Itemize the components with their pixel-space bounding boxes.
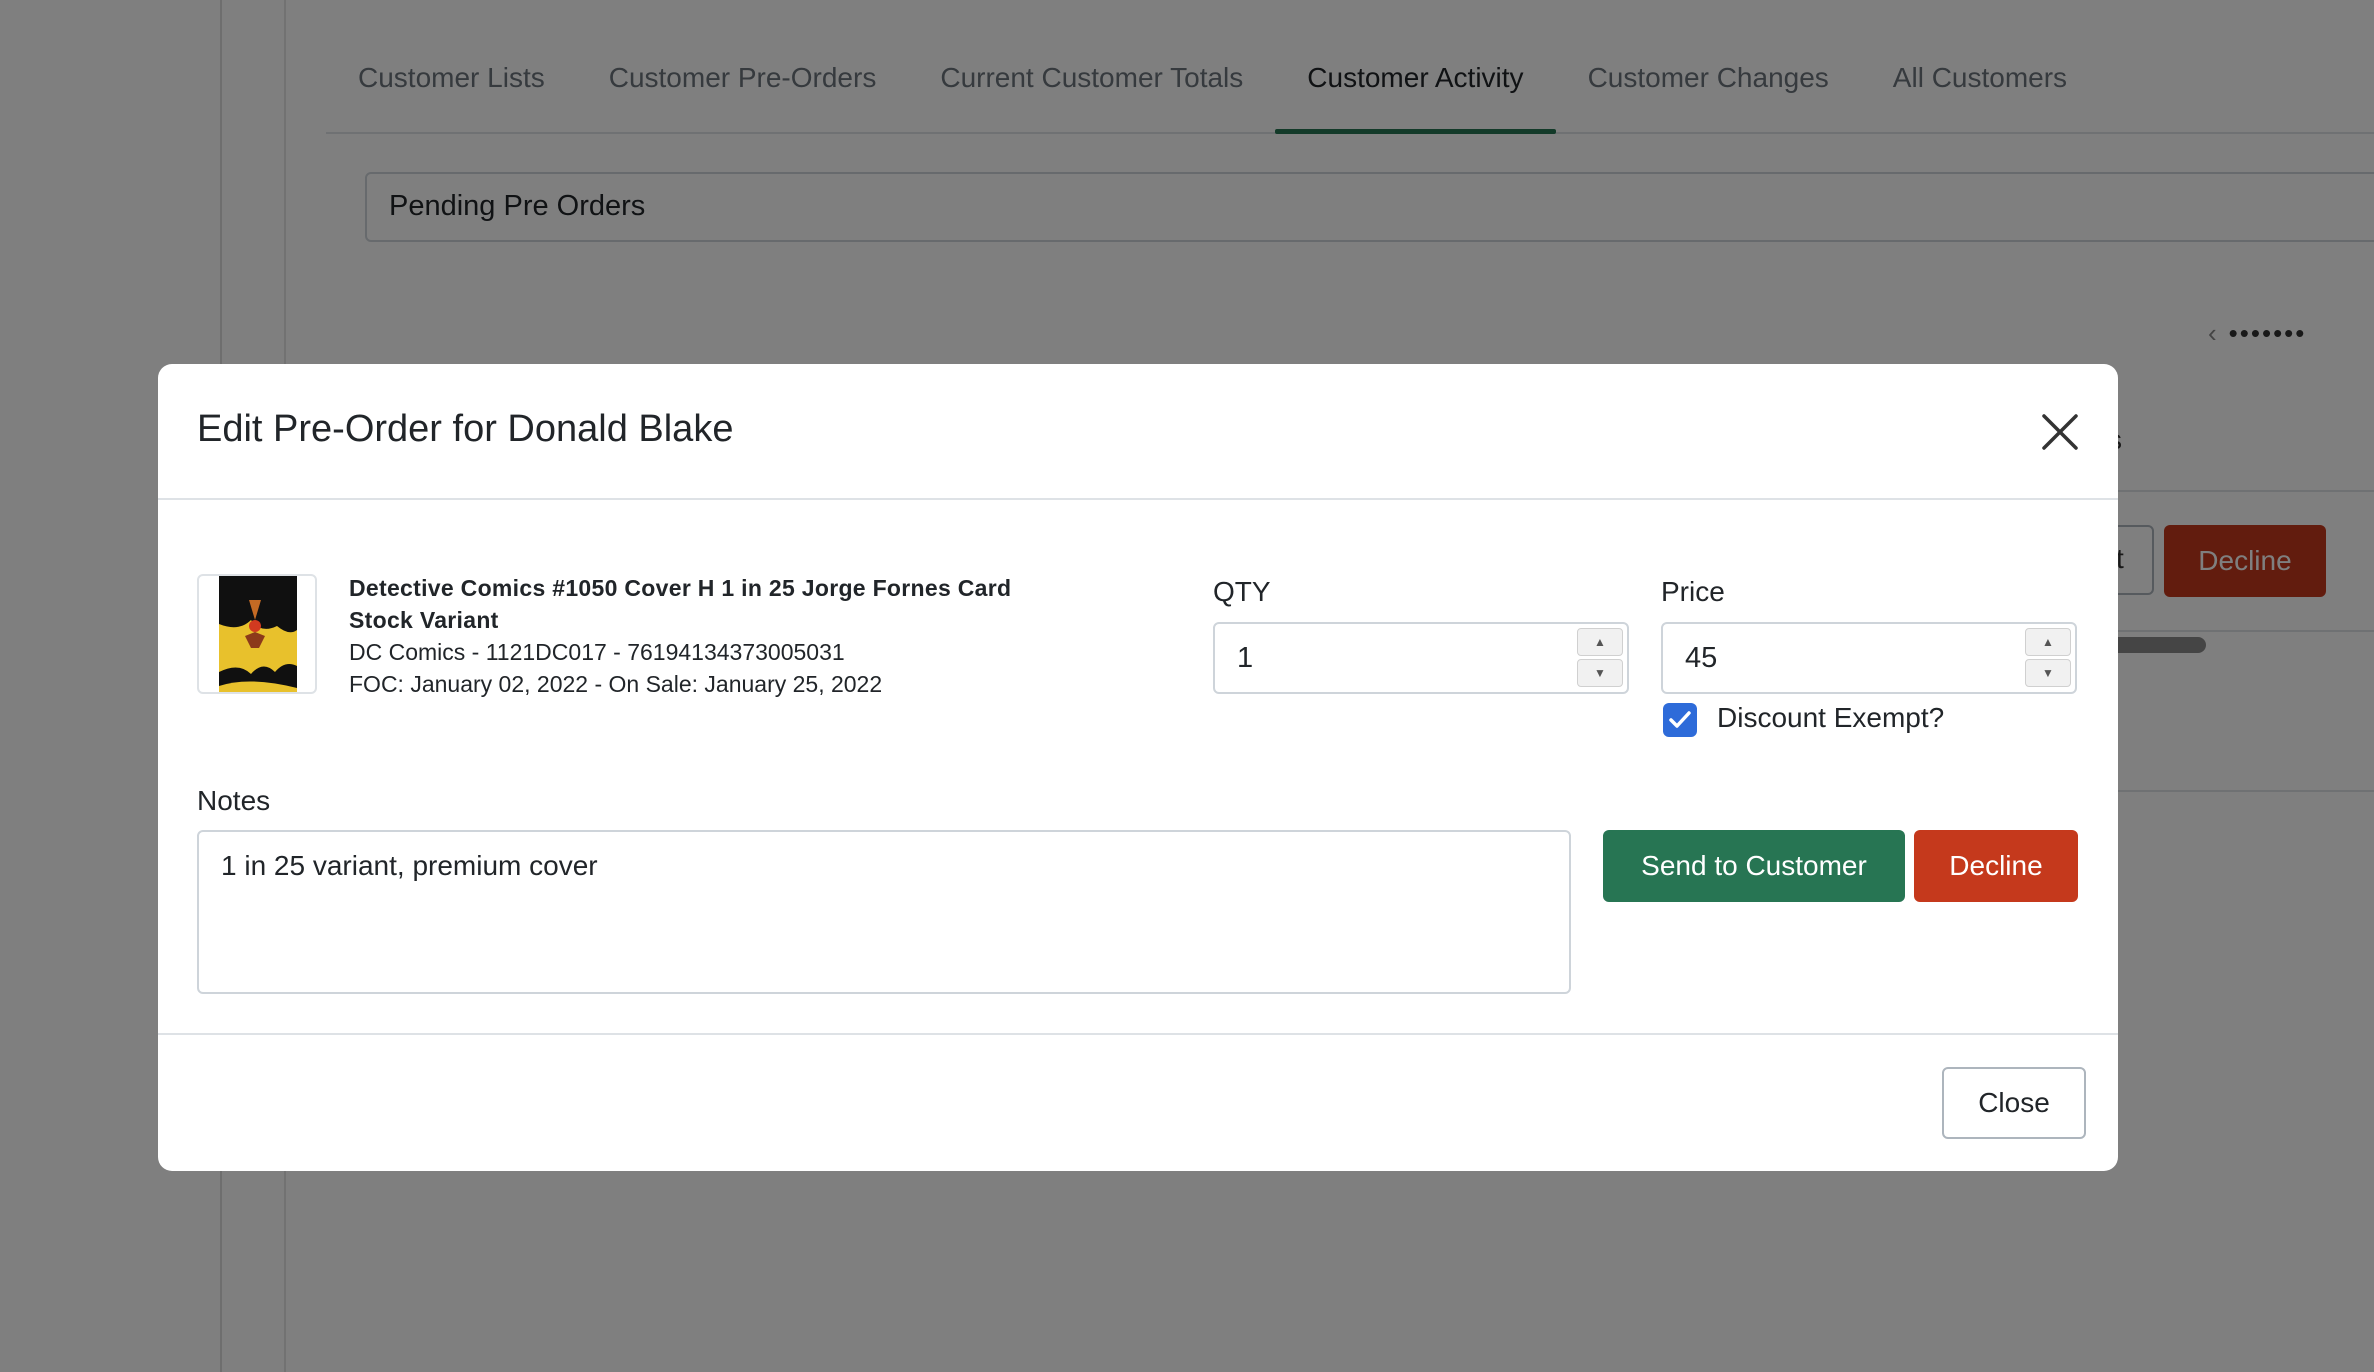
notes-textarea[interactable]: 1 in 25 variant, premium cover (197, 830, 1571, 994)
modal-title: Edit Pre-Order for Donald Blake (197, 408, 734, 450)
notes-label: Notes (197, 785, 271, 816)
product-title: Detective Comics #1050 Cover H 1 in 25 J… (349, 575, 1012, 633)
caret-down-icon[interactable]: ▼ (2025, 659, 2071, 687)
qty-spinner[interactable]: ▲ ▼ (1577, 628, 1623, 688)
decline-button[interactable]: Decline (1914, 830, 2078, 902)
comic-cover-image (219, 576, 297, 692)
qty-value: 1 (1237, 642, 1254, 674)
caret-down-icon[interactable]: ▼ (1577, 659, 1623, 687)
caret-up-icon[interactable]: ▲ (2025, 628, 2071, 656)
discount-exempt-label[interactable]: Discount Exempt? (1717, 702, 1944, 734)
qty-input[interactable]: 1 ▲ ▼ (1213, 622, 1629, 694)
price-spinner[interactable]: ▲ ▼ (2025, 628, 2071, 688)
product-thumbnail (197, 574, 317, 694)
qty-label: QTY (1213, 576, 1271, 607)
caret-up-icon[interactable]: ▲ (1577, 628, 1623, 656)
close-icon[interactable] (2038, 410, 2082, 454)
price-value: 45 (1685, 642, 1718, 674)
price-label: Price (1661, 576, 1725, 607)
product-dates: FOC: January 02, 2022 - On Sale: January… (349, 671, 883, 697)
product-details: DC Comics - 1121DC017 - 7619413437300503… (349, 639, 845, 665)
check-icon (1669, 711, 1691, 728)
product-info: Detective Comics #1050 Cover H 1 in 25 J… (349, 572, 1149, 700)
notes-value: 1 in 25 variant, premium cover (221, 850, 598, 881)
modal-footer: Close (158, 1033, 2118, 1171)
edit-pre-order-modal: Edit Pre-Order for Donald Blake Detectiv… (158, 364, 2118, 1171)
price-input[interactable]: 45 ▲ ▼ (1661, 622, 2077, 694)
modal-header: Edit Pre-Order for Donald Blake (158, 364, 2118, 500)
discount-exempt-checkbox[interactable] (1663, 703, 1697, 737)
send-to-customer-button[interactable]: Send to Customer (1603, 830, 1905, 902)
close-button[interactable]: Close (1942, 1067, 2086, 1139)
